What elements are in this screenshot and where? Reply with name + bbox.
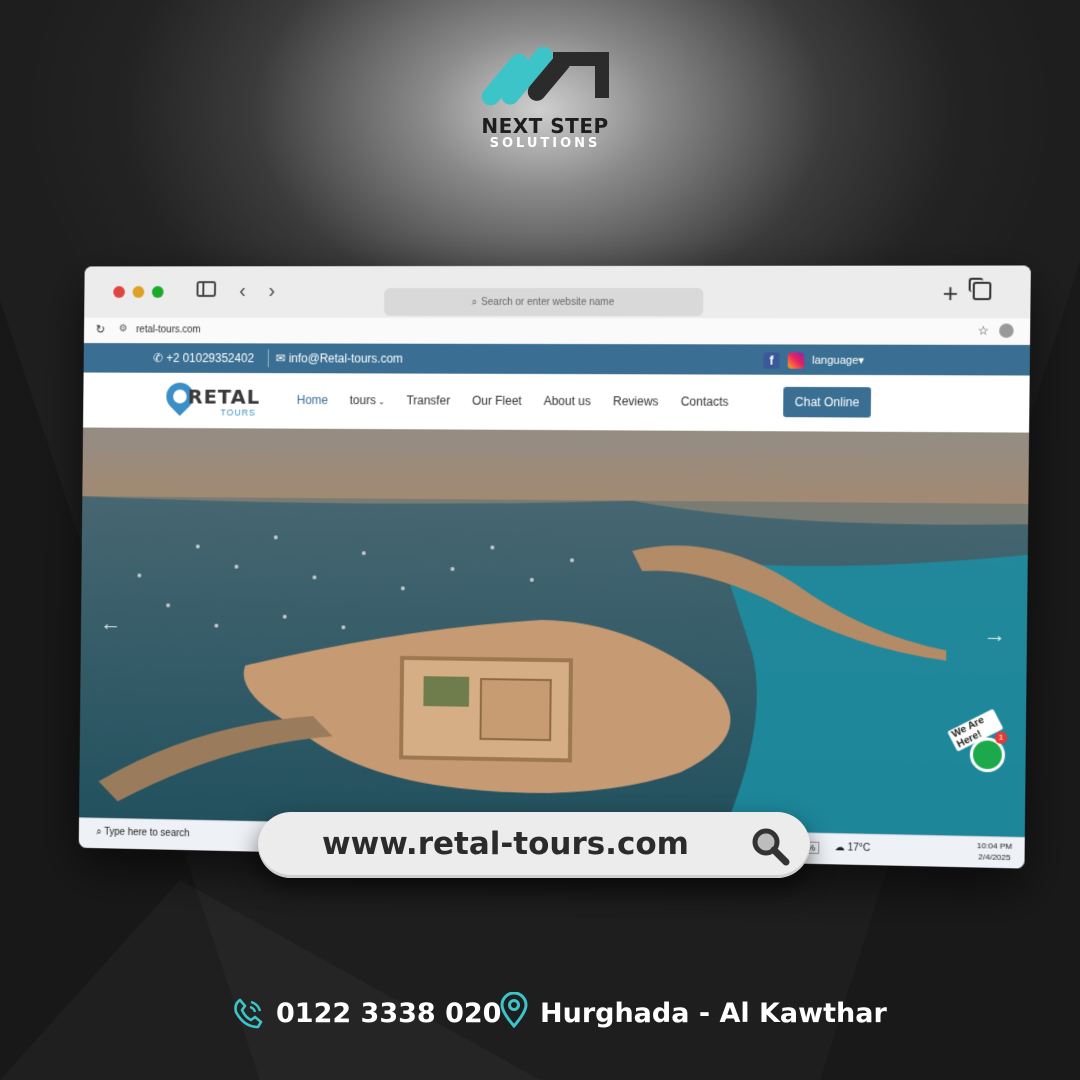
location-pin-icon xyxy=(500,992,528,1028)
hero-slider: ← → We Are Here! 1 xyxy=(79,428,1029,869)
taskbar-date: 2/4/2025 xyxy=(978,852,1010,862)
taskbar-search-text: Type here to search xyxy=(104,827,190,840)
taskbar-clock[interactable]: 10:04 PM 2/4/2025 xyxy=(977,840,1013,863)
search-icon: ⌕ xyxy=(472,296,478,307)
phone-icon xyxy=(232,996,264,1030)
nav-home[interactable]: Home xyxy=(297,393,329,407)
instagram-icon[interactable] xyxy=(788,353,804,369)
address-bar: ↻ ⚙ retal-tours.com ☆ xyxy=(84,318,1030,346)
topbar-divider xyxy=(268,349,269,367)
website-url: www.retal-tours.com xyxy=(322,826,689,862)
next-step-mark-icon xyxy=(475,36,615,108)
reload-icon[interactable]: ↻ xyxy=(96,322,106,336)
minimize-dot[interactable] xyxy=(133,286,145,298)
phone-icon: ✆ xyxy=(153,351,166,365)
retal-logo[interactable]: RETAL TOURS xyxy=(166,381,273,421)
sidebar-icon[interactable] xyxy=(196,280,216,304)
contact-phone: 0122 3338 020 xyxy=(276,998,501,1029)
close-dot[interactable] xyxy=(113,286,125,298)
omnibox-placeholder: Search or enter website name xyxy=(481,296,614,307)
browser-titlebar: ‹ › ⌕ Search or enter website name + xyxy=(84,265,1031,318)
topbar-phone[interactable]: ✆ +2 01029352402 xyxy=(153,351,254,365)
retal-site: ✆ +2 01029352402 ✉ info@Retal-tours.com … xyxy=(79,343,1030,868)
url-search-pill: www.retal-tours.com xyxy=(258,812,810,878)
topbar-email[interactable]: ✉ info@Retal-tours.com xyxy=(276,351,403,365)
nav-tours-label: tours xyxy=(350,393,376,407)
mail-icon: ✉ xyxy=(276,351,289,365)
nav-our-fleet[interactable]: Our Fleet xyxy=(472,394,522,408)
browser-window: ‹ › ⌕ Search or enter website name + ↻ ⚙… xyxy=(79,265,1031,868)
site-navbar: RETAL TOURS Home tours ⌄ Transfer Our Fl… xyxy=(83,373,1030,434)
slider-prev-icon[interactable]: ← xyxy=(100,610,121,636)
language-label: language xyxy=(812,355,858,367)
new-tab-icon[interactable]: + xyxy=(943,278,959,309)
main-nav: Home tours ⌄ Transfer Our Fleet About us… xyxy=(297,393,729,409)
logo-word: RETAL xyxy=(188,385,261,409)
site-settings-icon[interactable]: ⚙ xyxy=(119,323,128,334)
topbar-phone-text: +2 01029352402 xyxy=(166,351,254,365)
slider-next-icon[interactable]: → xyxy=(983,622,1006,649)
taskbar-time: 10:04 PM xyxy=(977,841,1012,851)
forward-icon[interactable]: › xyxy=(268,280,275,303)
nav-transfer[interactable]: Transfer xyxy=(406,393,450,407)
logo-sub: TOURS xyxy=(220,408,255,418)
hero-image xyxy=(79,428,1029,869)
taskbar-temperature: 17°C xyxy=(847,842,870,854)
maximize-dot[interactable] xyxy=(152,286,164,298)
notification-badge: 1 xyxy=(995,732,1008,744)
brand-name: NEXT STEP xyxy=(470,114,620,138)
contact-footer: 0122 3338 020 Hurghada - Al Kawthar xyxy=(0,992,1080,1038)
nav-about-us[interactable]: About us xyxy=(544,394,591,408)
taskbar-weather[interactable]: ☁ 17°C xyxy=(834,842,870,854)
site-topbar: ✆ +2 01029352402 ✉ info@Retal-tours.com … xyxy=(84,343,1030,375)
we-are-here-widget[interactable]: We Are Here! 1 xyxy=(949,719,1012,781)
magnifier-icon xyxy=(750,826,790,866)
chevron-down-icon: ⌄ xyxy=(376,397,385,406)
nav-reviews[interactable]: Reviews xyxy=(613,394,659,408)
language-select[interactable]: language▾ xyxy=(812,354,864,367)
nav-tours[interactable]: tours ⌄ xyxy=(350,393,385,407)
address-url[interactable]: retal-tours.com xyxy=(136,324,201,335)
brand-subtitle: SOLUTIONS xyxy=(470,136,620,151)
nav-contacts[interactable]: Contacts xyxy=(681,395,729,409)
next-step-logo: NEXT STEP SOLUTIONS xyxy=(470,36,620,151)
contact-location: Hurghada - Al Kawthar xyxy=(540,998,887,1029)
topbar-email-text: info@Retal-tours.com xyxy=(289,351,403,365)
back-icon[interactable]: ‹ xyxy=(239,280,246,303)
facebook-icon[interactable]: f xyxy=(763,352,779,368)
omnibox[interactable]: ⌕ Search or enter website name xyxy=(384,288,703,316)
profile-avatar[interactable] xyxy=(999,324,1014,338)
caret-down-icon: ▾ xyxy=(858,355,864,367)
weather-icon: ☁ xyxy=(834,842,847,853)
bookmark-star-icon[interactable]: ☆ xyxy=(978,324,989,338)
tabs-overview-icon[interactable] xyxy=(973,282,992,300)
chat-online-button[interactable]: Chat Online xyxy=(783,387,871,418)
taskbar-search[interactable]: ⌕ Type here to search xyxy=(96,827,189,840)
